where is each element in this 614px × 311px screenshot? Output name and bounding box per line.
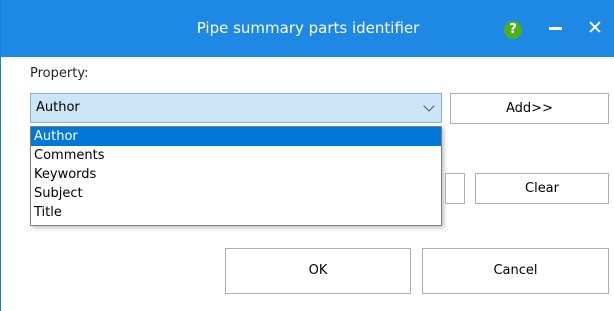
- chevron-down-icon[interactable]: [423, 100, 435, 112]
- dialog-window: Pipe summary parts identifier ? ✕ Proper…: [0, 0, 614, 311]
- property-combobox-value: Author: [36, 100, 80, 115]
- add-button[interactable]: Add>>: [450, 93, 609, 124]
- dropdown-option-subject[interactable]: Subject: [31, 184, 441, 203]
- dropdown-option-author[interactable]: Author: [31, 127, 441, 146]
- property-combobox[interactable]: Author: [30, 93, 442, 123]
- help-icon[interactable]: ?: [504, 21, 522, 39]
- cancel-button[interactable]: Cancel: [422, 248, 609, 294]
- dropdown-option-comments[interactable]: Comments: [31, 146, 441, 165]
- property-label: Property:: [30, 66, 89, 81]
- window-title: Pipe summary parts identifier: [196, 19, 420, 37]
- minimize-icon[interactable]: [549, 27, 562, 30]
- property-dropdown-list: Author Comments Keywords Subject Title: [30, 126, 442, 226]
- clear-button[interactable]: Clear: [475, 173, 609, 204]
- ok-button[interactable]: OK: [225, 248, 411, 294]
- title-bar: Pipe summary parts identifier ? ✕: [1, 0, 614, 57]
- dropdown-option-title[interactable]: Title: [31, 203, 441, 222]
- dropdown-option-keywords[interactable]: Keywords: [31, 165, 441, 184]
- close-icon[interactable]: ✕: [583, 16, 607, 40]
- obscured-button[interactable]: [445, 173, 465, 204]
